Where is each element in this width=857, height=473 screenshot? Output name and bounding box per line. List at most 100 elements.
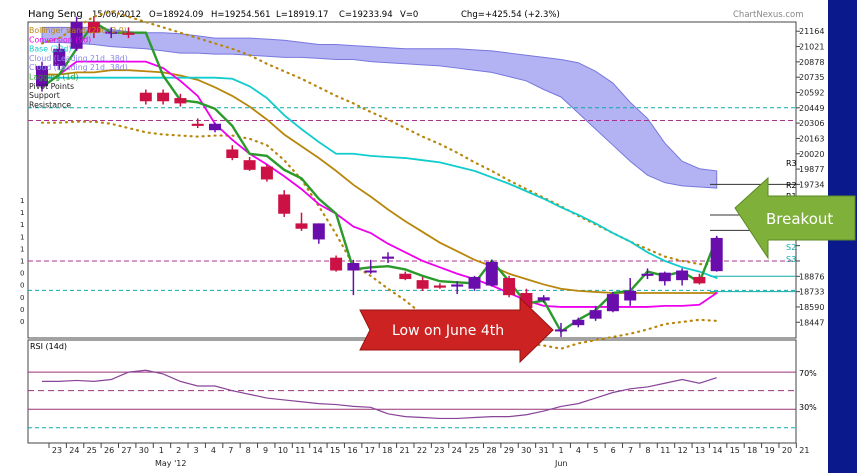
- x-tick-label: 20: [782, 446, 792, 455]
- x-tick-label: 8: [246, 446, 251, 455]
- y-tick-label: 20020: [799, 150, 824, 159]
- candle-body: [503, 278, 516, 296]
- candle-body: [295, 223, 308, 229]
- candle-body: [330, 257, 343, 271]
- legend-entry: Base (22d): [29, 45, 71, 54]
- candle-body: [572, 319, 585, 326]
- header-close: C=19233.94: [339, 10, 393, 20]
- x-tick-label: 21: [400, 446, 410, 455]
- legend-entry: Lagging (1d): [29, 73, 79, 82]
- x-tick-label: 22: [417, 446, 427, 455]
- x-tick-label: 11: [660, 446, 670, 455]
- candle-body: [485, 261, 498, 286]
- x-tick-label: 25: [469, 446, 479, 455]
- y-tick-label: 20592: [799, 88, 824, 97]
- x-tick-label: 8: [645, 446, 650, 455]
- x-tick-label: 4: [211, 446, 216, 455]
- breakout-text: Breakout: [766, 210, 833, 228]
- candle-body: [451, 284, 464, 287]
- x-tick-label: 24: [452, 446, 462, 455]
- rsi-level-30: 30%: [799, 403, 817, 412]
- x-tick-label: 5: [593, 446, 598, 455]
- y-tick-label: 19734: [799, 180, 824, 189]
- candle-body: [399, 273, 412, 280]
- candle-body: [312, 223, 325, 240]
- left-axis-ticks: 1 1 1 1 1 1 0 0 0 0 0: [20, 197, 24, 326]
- candle-body: [537, 297, 550, 301]
- candle-body: [226, 149, 239, 159]
- candle-body: [347, 263, 360, 271]
- x-tick-label: 1: [159, 446, 164, 455]
- legend-entry: Support: [29, 91, 60, 100]
- month-label-may: May '12: [155, 459, 186, 468]
- x-tick-label: 3: [193, 446, 198, 455]
- x-tick-label: 7: [228, 446, 233, 455]
- x-tick-label: 23: [434, 446, 444, 455]
- x-tick-label: 27: [121, 446, 131, 455]
- candle-body: [624, 290, 637, 301]
- x-tick-label: 18: [382, 446, 392, 455]
- x-tick-label: 15: [730, 446, 740, 455]
- x-tick-label: 15: [330, 446, 340, 455]
- candle-body: [710, 237, 723, 272]
- candle-body: [433, 285, 446, 288]
- candle-body: [641, 273, 654, 276]
- header-volume: V=0: [400, 10, 418, 20]
- legend-entry: Conversion (9d): [29, 35, 91, 44]
- candle-body: [243, 160, 256, 170]
- legend-entry: Pivot Points: [29, 82, 74, 91]
- x-tick-label: 17: [365, 446, 375, 455]
- y-tick-label: 20878: [799, 58, 824, 67]
- x-tick-label: 29: [504, 446, 514, 455]
- candle-body: [260, 166, 273, 180]
- header-change: Chg=+425.54 (+2.3%): [461, 10, 560, 20]
- candle-body: [174, 98, 187, 104]
- left-tick-label: 1: [20, 258, 24, 266]
- y-tick-label: 20735: [799, 73, 824, 82]
- y-tick-label: 20449: [799, 104, 824, 113]
- rsi-label: RSI (14d): [30, 342, 67, 351]
- x-tick-label: 11: [295, 446, 305, 455]
- header-brand: ChartNexus.com: [733, 10, 804, 20]
- left-tick-label: 0: [20, 294, 24, 302]
- x-tick-label: 14: [313, 446, 323, 455]
- left-tick-label: 1: [20, 233, 24, 241]
- candle-body: [278, 194, 291, 214]
- chart-frame: Hang Seng 15/06/2012 O=18924.09 H=19254.…: [0, 0, 856, 473]
- x-tick-label: 14: [712, 446, 722, 455]
- x-tick-label: 23: [52, 446, 62, 455]
- x-tick-label: 19: [764, 446, 774, 455]
- y-tick-label: 21021: [799, 43, 824, 52]
- candle-body: [555, 329, 567, 332]
- left-tick-label: 0: [20, 318, 24, 326]
- y-tick-label: 18447: [799, 318, 824, 327]
- candle-body: [382, 256, 394, 259]
- y-tick-label: 20163: [799, 134, 824, 143]
- x-tick-label: 6: [611, 446, 616, 455]
- legend-entry: Cloud (Leading 21d, 38d): [29, 54, 128, 63]
- candle-body: [676, 270, 689, 281]
- legend-entry: Cloud (Leading 21d, 38d): [29, 63, 128, 72]
- pivot-label-r2: R2: [786, 181, 797, 190]
- y-tick-label: 19877: [799, 165, 824, 174]
- left-tick-label: 1: [20, 245, 24, 253]
- x-tick-label: 31: [539, 446, 549, 455]
- y-tick-label: 20306: [799, 119, 824, 128]
- candle-body: [606, 294, 619, 312]
- x-tick-label: 16: [347, 446, 357, 455]
- x-tick-label: 12: [678, 446, 688, 455]
- x-tick-label: 10: [278, 446, 288, 455]
- candle-body: [364, 270, 377, 273]
- x-tick-label: 26: [104, 446, 114, 455]
- x-tick-label: 28: [486, 446, 496, 455]
- y-tick-label: 18590: [799, 303, 824, 312]
- candle-body: [139, 92, 152, 102]
- header-high: H=19254.561: [211, 10, 270, 20]
- x-tick-label: 13: [695, 446, 705, 455]
- month-label-jun: Jun: [554, 459, 568, 468]
- legend-entry: Bollinger Band (20d, 2.0): [29, 26, 127, 35]
- candle-body: [693, 276, 706, 284]
- x-tick-label: 21: [799, 446, 809, 455]
- x-tick-label: 25: [87, 446, 97, 455]
- x-tick-label: 7: [628, 446, 633, 455]
